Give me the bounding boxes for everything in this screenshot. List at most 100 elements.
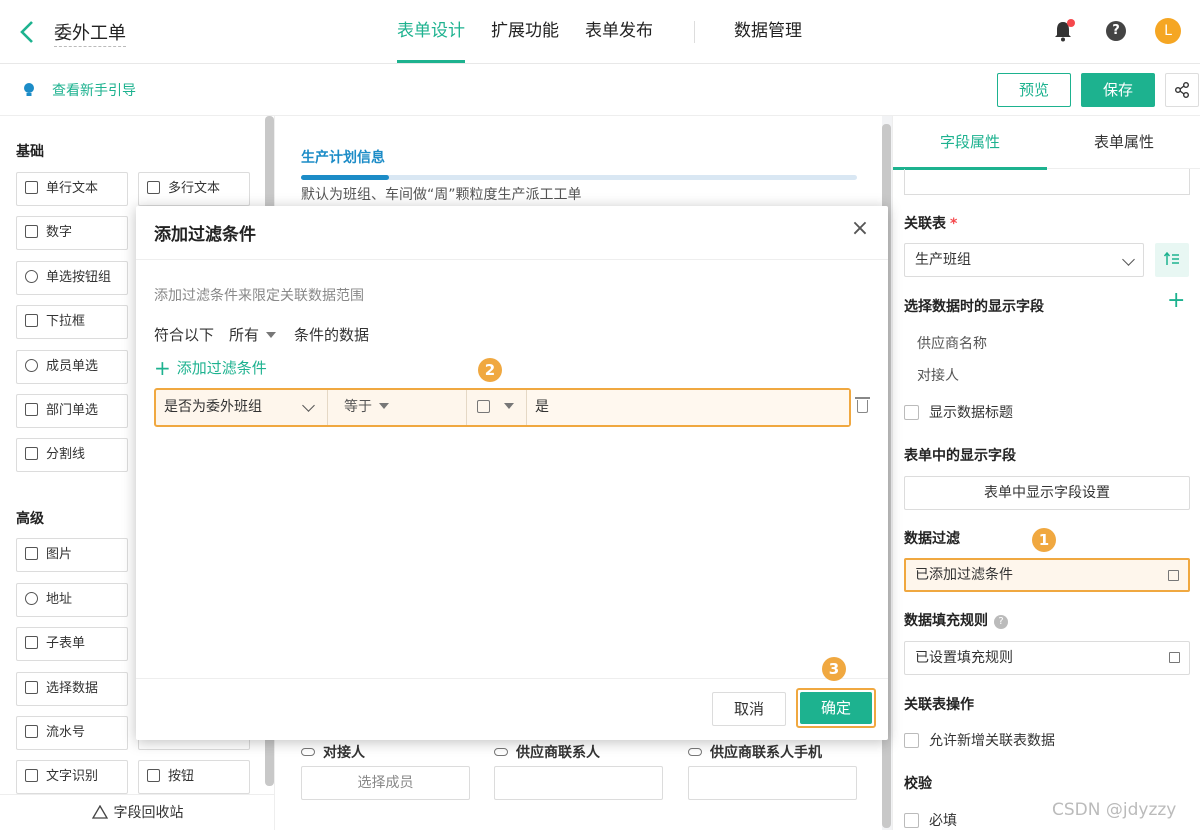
sort-icon xyxy=(1163,251,1179,265)
add-filter-condition-link[interactable]: + 添加过滤条件 xyxy=(154,356,267,380)
palette-department-select[interactable]: 部门单选 xyxy=(16,394,128,428)
preview-button[interactable]: 预览 xyxy=(997,73,1071,107)
condition-field-select[interactable]: 是否为委外班组 xyxy=(156,390,328,425)
tab-form-design[interactable]: 表单设计 xyxy=(384,0,478,64)
confirm-button[interactable]: 确定 xyxy=(800,692,872,724)
recycle-icon xyxy=(91,804,108,819)
tab-data-management[interactable]: 数据管理 xyxy=(721,0,815,64)
palette-serial-number[interactable]: 流水号 xyxy=(16,716,128,750)
related-table-label: 关联表 * xyxy=(904,216,958,232)
image-icon xyxy=(25,547,38,560)
tab-form-publish[interactable]: 表单发布 xyxy=(572,0,666,64)
palette-image[interactable]: 图片 xyxy=(16,538,128,572)
required-checkbox[interactable]: 必填 xyxy=(904,810,957,830)
palette-number[interactable]: 数字 xyxy=(16,216,128,250)
caret-down-icon xyxy=(266,332,277,338)
add-filter-dialog: 添加过滤条件 × 添加过滤条件来限定关联数据范围 符合以下 所有 条件的数据 +… xyxy=(136,206,888,740)
related-table-select[interactable]: 生产班组 xyxy=(904,243,1144,277)
field-label-supplier-contact: 供应商联系人 xyxy=(494,742,600,762)
back-arrow-icon[interactable] xyxy=(18,18,38,46)
form-display-settings-button[interactable]: 表单中显示字段设置 xyxy=(904,476,1190,510)
field-label-supplier-phone: 供应商联系人手机 xyxy=(688,742,822,762)
top-header: 委外工单 表单设计 扩展功能 表单发布 数据管理 ? L xyxy=(0,0,1200,64)
section-underline-fill xyxy=(301,175,389,180)
form-section-name[interactable]: 生产计划信息 xyxy=(301,147,385,167)
tab-form-properties[interactable]: 表单属性 xyxy=(1047,116,1200,169)
contact-member-input[interactable]: 选择成员 xyxy=(301,766,470,800)
sort-order-button[interactable] xyxy=(1155,243,1189,277)
caret-down-icon xyxy=(504,403,514,409)
location-pin-icon xyxy=(25,592,38,605)
allow-add-related-checkbox[interactable]: 允许新增关联表数据 xyxy=(904,730,1055,750)
palette-subform[interactable]: 子表单 xyxy=(16,627,128,661)
dialog-title: 添加过滤条件 xyxy=(154,225,256,245)
supplier-phone-input[interactable] xyxy=(688,766,857,800)
help-icon[interactable]: ? xyxy=(1106,21,1126,41)
share-button[interactable] xyxy=(1165,73,1199,107)
field-recycle-bin[interactable]: 字段回收站 xyxy=(0,794,275,830)
form-display-fields-label: 表单中的显示字段 xyxy=(904,448,1016,464)
link-icon xyxy=(301,748,315,756)
app-title[interactable]: 委外工单 xyxy=(54,19,126,47)
palette-radio-group[interactable]: 单选按钮组 xyxy=(16,261,128,295)
previous-property-input[interactable] xyxy=(904,169,1190,195)
user-avatar[interactable]: L xyxy=(1155,18,1181,44)
dialog-description: 添加过滤条件来限定关联数据范围 xyxy=(154,288,364,304)
field-label-contact: 对接人 xyxy=(301,742,365,762)
button-icon xyxy=(147,769,160,782)
filter-condition-row: 是否为委外班组 等于 是 xyxy=(154,388,851,427)
link-icon xyxy=(688,748,702,756)
condition-value-input[interactable]: 是 xyxy=(527,390,849,425)
checkbox-box[interactable] xyxy=(904,813,919,828)
chevron-down-icon xyxy=(1122,253,1135,266)
show-data-title-checkbox[interactable]: 显示数据标题 xyxy=(904,402,1013,422)
delete-condition-icon[interactable] xyxy=(855,397,870,413)
dialog-footer-divider xyxy=(136,678,888,679)
beginner-guide-link[interactable]: 查看新手引导 xyxy=(52,80,136,100)
user-icon xyxy=(25,359,38,372)
palette-dropdown[interactable]: 下拉框 xyxy=(16,305,128,339)
main-tabs: 表单设计 扩展功能 表单发布 数据管理 xyxy=(384,0,815,64)
properties-tabs: 字段属性 表单属性 xyxy=(893,116,1200,170)
table-icon xyxy=(25,636,38,649)
edit-icon[interactable] xyxy=(1169,652,1180,663)
palette-ocr[interactable]: 文字识别 xyxy=(16,760,128,794)
basic-section-title: 基础 xyxy=(16,144,44,160)
palette-single-line-text[interactable]: 单行文本 xyxy=(16,172,128,206)
palette-member-select[interactable]: 成员单选 xyxy=(16,350,128,384)
palette-select-data[interactable]: 选择数据 xyxy=(16,672,128,706)
palette-address[interactable]: 地址 xyxy=(16,583,128,617)
link-icon xyxy=(494,748,508,756)
data-filter-field[interactable]: 已添加过滤条件 xyxy=(904,558,1190,592)
tab-extensions[interactable]: 扩展功能 xyxy=(478,0,572,64)
palette-multi-line-text[interactable]: 多行文本 xyxy=(138,172,250,206)
cancel-button[interactable]: 取消 xyxy=(712,692,786,726)
add-display-field-icon[interactable]: + xyxy=(1167,290,1185,312)
condition-value-mode-select[interactable] xyxy=(467,390,527,425)
edit-icon[interactable] xyxy=(1168,570,1179,581)
palette-divider[interactable]: 分割线 xyxy=(16,438,128,472)
chevron-down-icon xyxy=(302,399,315,412)
step-badge-3: 3 xyxy=(822,657,846,681)
save-button[interactable]: 保存 xyxy=(1081,73,1155,107)
tab-field-properties[interactable]: 字段属性 xyxy=(893,116,1047,170)
tab-divider xyxy=(694,21,695,43)
share-icon xyxy=(1174,81,1190,99)
checkbox-box[interactable] xyxy=(904,405,919,420)
supplier-contact-input[interactable] xyxy=(494,766,663,800)
match-condition-row: 符合以下 所有 条件的数据 xyxy=(154,324,369,345)
display-field-item[interactable]: 供应商名称 xyxy=(917,333,987,353)
fill-rule-field[interactable]: 已设置填充规则 xyxy=(904,641,1190,675)
match-mode-select[interactable]: 所有 xyxy=(229,324,277,345)
display-fields-label: 选择数据时的显示字段 xyxy=(904,299,1044,315)
database-icon xyxy=(25,681,38,694)
palette-button[interactable]: 按钮 xyxy=(138,760,250,794)
help-circle-icon[interactable]: ? xyxy=(994,615,1008,629)
display-field-item[interactable]: 对接人 xyxy=(917,365,959,385)
edit-icon xyxy=(477,400,490,413)
checkbox-box[interactable] xyxy=(904,733,919,748)
close-icon[interactable]: × xyxy=(849,218,871,240)
ocr-icon xyxy=(25,769,38,782)
data-filter-label: 数据过滤 xyxy=(904,531,960,547)
condition-operator-select[interactable]: 等于 xyxy=(328,390,467,425)
